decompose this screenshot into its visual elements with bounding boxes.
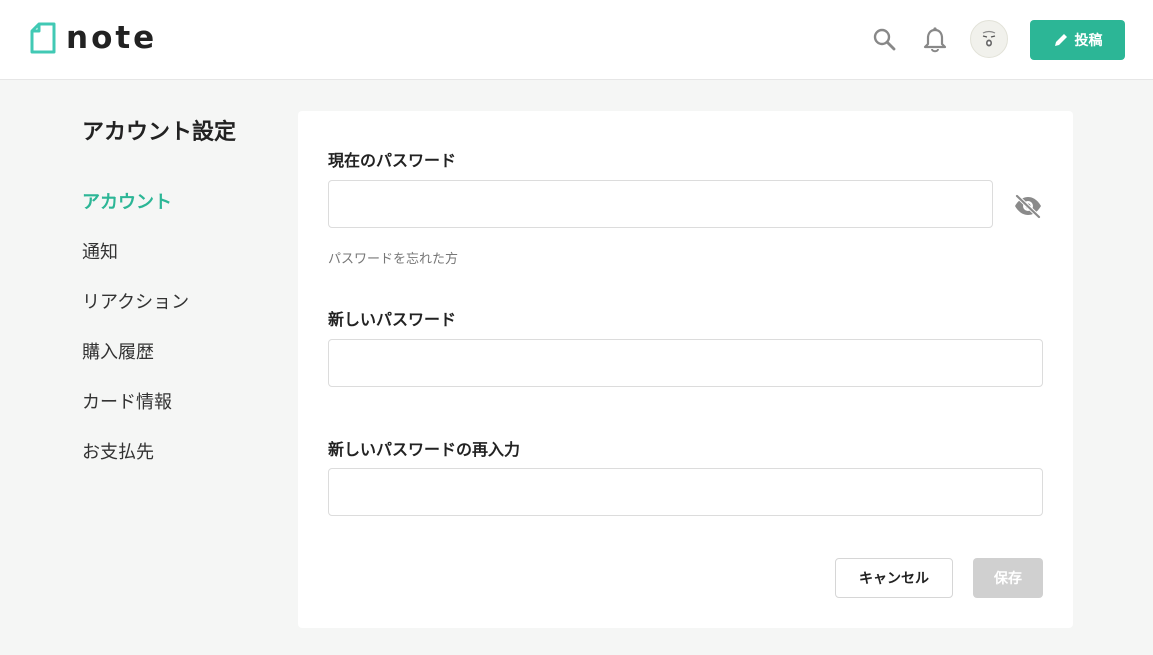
avatar-face-icon — [982, 30, 996, 47]
post-button[interactable]: 投稿 — [1030, 20, 1125, 60]
post-button-label: 投稿 — [1074, 33, 1103, 49]
logo-text: note — [66, 20, 158, 56]
sidebar-menu: アカウント 通知 リアクション 購入履歴 カード情報 お支払先 — [82, 188, 189, 488]
sidebar-item-account[interactable]: アカウント — [82, 188, 189, 238]
new-password-input[interactable] — [328, 339, 1043, 387]
cancel-button[interactable]: キャンセル — [835, 558, 953, 598]
pencil-icon — [1054, 34, 1067, 46]
forgot-password-link[interactable]: パスワードを忘れた方 — [328, 248, 458, 267]
sidebar-item-card-info[interactable]: カード情報 — [82, 388, 189, 438]
note-logo[interactable]: note — [30, 22, 157, 54]
sidebar-item-payee[interactable]: お支払先 — [82, 438, 189, 488]
user-avatar[interactable] — [970, 20, 1008, 58]
search-icon[interactable] — [872, 26, 898, 54]
sidebar-item-purchase-history[interactable]: 購入履歴 — [82, 338, 189, 388]
sidebar-title: アカウント設定 — [82, 120, 237, 145]
current-password-input[interactable] — [328, 180, 993, 228]
current-password-label: 現在のパスワード — [328, 151, 457, 170]
sidebar-item-reactions[interactable]: リアクション — [82, 288, 189, 338]
new-password-label: 新しいパスワード — [328, 310, 457, 329]
note-logo-icon — [30, 22, 56, 54]
confirm-password-label: 新しいパスワードの再入力 — [328, 440, 521, 459]
save-button[interactable]: 保存 — [973, 558, 1043, 598]
eye-off-icon[interactable] — [1013, 193, 1043, 219]
password-form-panel: 現在のパスワード パスワードを忘れた方 新しいパスワード 新しいパスワードの再入… — [298, 111, 1073, 628]
bell-icon[interactable] — [922, 26, 948, 54]
top-header: note 投稿 — [0, 0, 1153, 80]
sidebar-item-notifications[interactable]: 通知 — [82, 238, 189, 288]
confirm-password-input[interactable] — [328, 468, 1043, 516]
